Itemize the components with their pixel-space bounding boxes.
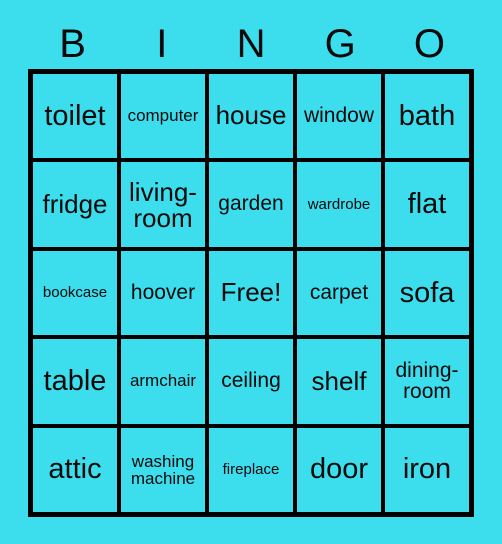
bingo-cell[interactable]: toilet [33,74,117,159]
bingo-cell[interactable]: table [33,339,117,424]
bingo-cell[interactable]: ceiling [209,339,293,424]
bingo-cell[interactable]: wardrobe [297,162,381,247]
bingo-cell[interactable]: bookcase [33,250,117,336]
bingo-cell[interactable]: house [209,74,293,159]
bingo-header-row: B I N G O [28,18,474,66]
bingo-free-cell[interactable]: Free! [209,250,293,336]
bingo-cell[interactable]: fireplace [209,427,293,512]
bingo-cell[interactable]: door [297,427,381,512]
bingo-header-letter-b: B [59,22,86,66]
bingo-cell[interactable]: flat [385,162,469,247]
bingo-header-letter-o: O [413,22,445,66]
bingo-cell[interactable]: dining- room [385,339,469,424]
bingo-header-letter-i: I [156,22,168,66]
bingo-cell[interactable]: bath [385,74,469,159]
bingo-cell[interactable]: carpet [297,250,381,336]
bingo-header-letter-n: N [236,22,266,66]
bingo-cell[interactable]: sofa [385,250,469,336]
bingo-cell[interactable]: hoover [121,250,205,336]
bingo-cell[interactable]: garden [209,162,293,247]
bingo-cell[interactable]: washing machine [121,427,205,512]
bingo-cell[interactable]: iron [385,427,469,512]
bingo-grid: toilet computer house window bath fridge… [28,69,474,517]
bingo-cell[interactable]: living- room [121,162,205,247]
bingo-cell[interactable]: attic [33,427,117,512]
bingo-header-letter-g: G [324,22,356,66]
bingo-cell[interactable]: window [297,74,381,159]
bingo-cell[interactable]: computer [121,74,205,159]
bingo-card: B I N G O toilet computer house window b… [0,0,502,544]
bingo-cell[interactable]: armchair [121,339,205,424]
bingo-cell[interactable]: fridge [33,162,117,247]
bingo-cell[interactable]: shelf [297,339,381,424]
